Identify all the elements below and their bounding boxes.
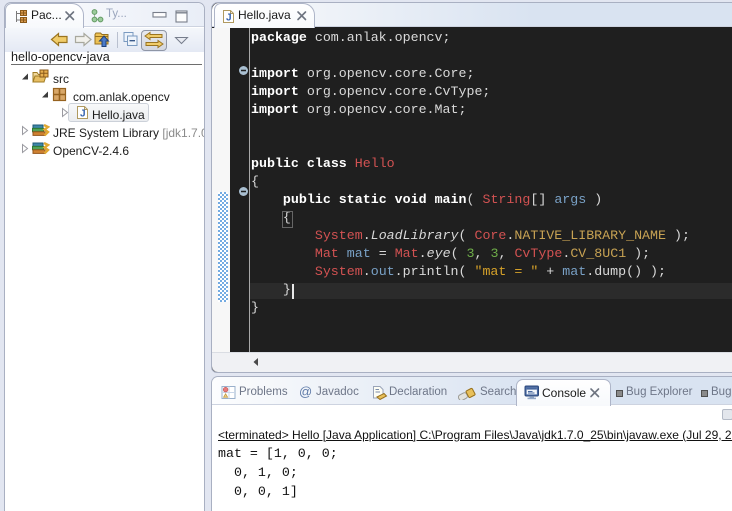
svg-text:J: J xyxy=(80,109,86,120)
svg-text:J: J xyxy=(226,13,232,24)
